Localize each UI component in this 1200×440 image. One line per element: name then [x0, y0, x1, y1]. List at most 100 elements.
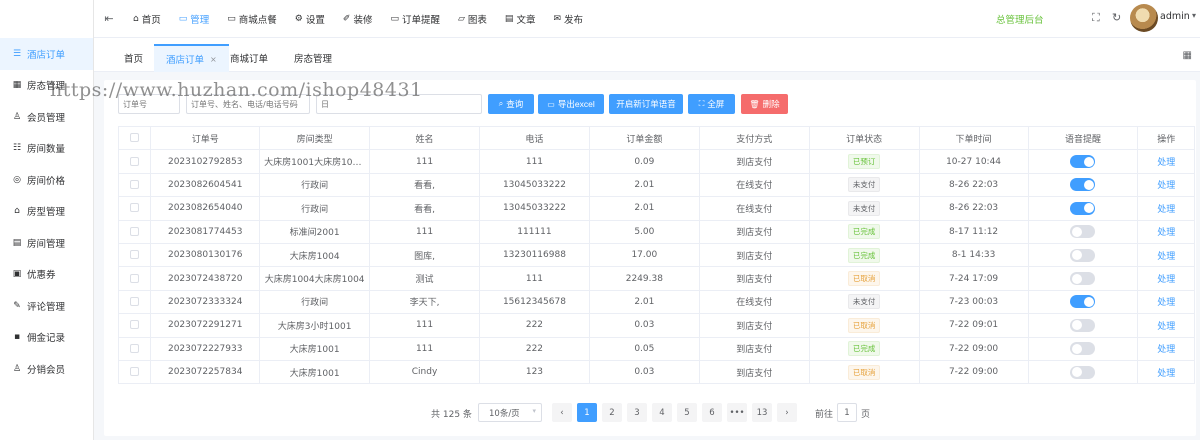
- avatar[interactable]: [1130, 4, 1158, 32]
- voice-button[interactable]: 开启新订单语音: [609, 94, 683, 114]
- select-all-checkbox[interactable]: [130, 133, 140, 143]
- nav-item[interactable]: ✐ 装修: [334, 0, 382, 38]
- process-link[interactable]: 处理: [1157, 275, 1175, 285]
- next-page-button[interactable]: ›: [777, 403, 797, 422]
- column-header: 姓名: [369, 126, 480, 151]
- date-range-input[interactable]: [316, 94, 482, 114]
- voice-toggle[interactable]: [1070, 318, 1096, 332]
- prev-page-button[interactable]: ‹: [552, 403, 572, 422]
- nav-item[interactable]: ▭ 订单提醒: [381, 0, 449, 38]
- page-number-button[interactable]: •••: [727, 403, 747, 422]
- close-icon[interactable]: ×: [210, 55, 217, 64]
- query-button[interactable]: ⌕ 查询: [488, 94, 534, 114]
- chevron-down-icon[interactable]: ▾: [1192, 11, 1196, 20]
- row-checkbox[interactable]: [130, 203, 140, 213]
- page-number-button[interactable]: 4: [652, 403, 672, 422]
- sidebar-item[interactable]: ▤ 房间管理: [0, 227, 93, 259]
- collapse-menu-icon[interactable]: ⇤: [94, 12, 124, 25]
- fullscreen-button[interactable]: ⛶ 全屏: [688, 94, 735, 114]
- page-number-button[interactable]: 5: [677, 403, 697, 422]
- row-checkbox[interactable]: [130, 156, 140, 166]
- page-number-button[interactable]: 3: [627, 403, 647, 422]
- process-link[interactable]: 处理: [1157, 322, 1175, 332]
- grid-icon[interactable]: ▦: [1183, 50, 1192, 61]
- page-number-button[interactable]: 13: [752, 403, 772, 422]
- row-checkbox[interactable]: [130, 273, 140, 283]
- sidebar-item[interactable]: ◎ 房间价格: [0, 164, 93, 196]
- cell-room: 大床房1001: [259, 337, 371, 361]
- process-link[interactable]: 处理: [1157, 369, 1175, 379]
- row-checkbox[interactable]: [130, 320, 140, 330]
- sidebar-item[interactable]: ▪ 佣金记录: [0, 322, 93, 354]
- row-checkbox[interactable]: [130, 250, 140, 260]
- voice-toggle[interactable]: [1070, 365, 1096, 379]
- tab-item[interactable]: 首页: [112, 44, 155, 72]
- row-checkbox[interactable]: [130, 226, 140, 236]
- voice-toggle[interactable]: [1070, 272, 1096, 286]
- nav-item[interactable]: ⚙ 设置: [286, 0, 334, 38]
- voice-toggle[interactable]: [1070, 342, 1096, 356]
- status-badge: 已完成: [847, 341, 881, 357]
- order-no-input[interactable]: [118, 94, 180, 114]
- cell-room: 标准间2001: [259, 220, 371, 244]
- delete-button[interactable]: 🗑 删除: [741, 94, 788, 114]
- cell-pay: 到店支付: [699, 243, 810, 268]
- process-link[interactable]: 处理: [1157, 345, 1175, 355]
- row-checkbox[interactable]: [130, 343, 140, 353]
- fullscreen-icon[interactable]: ⛶: [1092, 11, 1100, 25]
- page-number-button[interactable]: 2: [602, 403, 622, 422]
- user-name[interactable]: admin: [1160, 11, 1190, 22]
- process-link[interactable]: 处理: [1157, 298, 1175, 308]
- process-link[interactable]: 处理: [1157, 252, 1175, 262]
- nav-item[interactable]: ⌂ 首页: [124, 0, 170, 38]
- process-link[interactable]: 处理: [1157, 181, 1175, 191]
- voice-toggle[interactable]: [1070, 225, 1096, 239]
- sidebar-item[interactable]: ▣ 优惠券: [0, 259, 93, 291]
- refresh-icon[interactable]: ↻: [1112, 11, 1121, 24]
- nav-item-label: 管理: [190, 14, 210, 26]
- tab-item[interactable]: 商城订单: [218, 44, 280, 72]
- voice-toggle[interactable]: [1070, 178, 1096, 192]
- sidebar-item[interactable]: ☰ 酒店订单: [0, 38, 93, 70]
- page-size-select[interactable]: 10条/页 ▾: [478, 403, 542, 422]
- goto-page-input[interactable]: 1: [837, 403, 857, 422]
- row-checkbox[interactable]: [130, 296, 140, 306]
- process-link[interactable]: 处理: [1157, 205, 1175, 215]
- row-checkbox[interactable]: [130, 367, 140, 377]
- cell-amount: 5.00: [589, 220, 700, 244]
- sidebar-item[interactable]: ✎ 评论管理: [0, 290, 93, 322]
- page-number-button[interactable]: 1: [577, 403, 597, 422]
- tab-item[interactable]: 房态管理: [282, 44, 344, 72]
- page-number-button[interactable]: 6: [702, 403, 722, 422]
- cell-voice: [1028, 290, 1139, 315]
- cell-status: 未支付: [809, 290, 920, 315]
- nav-item[interactable]: ▭ 商城点餐: [218, 0, 286, 38]
- table-row: 2023102792853 大床房1001大床房1004... 111 111 0.09…: [118, 149, 1195, 174]
- cell-status: 未支付: [809, 173, 920, 198]
- keyword-input[interactable]: [186, 94, 310, 114]
- voice-toggle[interactable]: [1070, 248, 1096, 262]
- nav-item[interactable]: ▱ 图表: [449, 0, 496, 38]
- sidebar-item[interactable]: ♙ 分销会员: [0, 353, 93, 385]
- sidebar-item[interactable]: ⌂ 房型管理: [0, 196, 93, 228]
- top-nav: ⇤ ⌂ 首页 ▭ 管理 ▭ 商城点餐 ⚙ 设置 ✐ 装修 ▭ 订单提醒 ▱ 图表 ▤ 文章 ✉ 发布 总管理后台 …: [94, 0, 1200, 38]
- row-checkbox[interactable]: [130, 179, 140, 189]
- nav-item[interactable]: ▭ 管理: [170, 0, 219, 38]
- cell-phone: 111111: [479, 220, 590, 244]
- nav-item[interactable]: ▤ 文章: [496, 0, 545, 38]
- sidebar-item[interactable]: ♙ 会员管理: [0, 101, 93, 133]
- voice-toggle[interactable]: [1070, 155, 1096, 169]
- chart-icon: ▱: [457, 13, 465, 24]
- voice-toggle[interactable]: [1070, 201, 1096, 215]
- sidebar-item[interactable]: ▦ 房态管理: [0, 70, 93, 102]
- sidebar-item[interactable]: ☷ 房间数量: [0, 133, 93, 165]
- process-link[interactable]: 处理: [1157, 228, 1175, 238]
- nav-item[interactable]: ✉ 发布: [544, 0, 592, 38]
- process-link[interactable]: 处理: [1157, 158, 1175, 168]
- cell-pay: 到店支付: [699, 220, 810, 244]
- export-button[interactable]: ▭ 导出excel: [538, 94, 604, 114]
- sidebar-item-label: 酒店订单: [27, 49, 66, 61]
- cell-phone: 15612345678: [479, 290, 590, 315]
- voice-toggle[interactable]: [1070, 295, 1096, 309]
- cell-amount: 2249.38: [589, 266, 700, 291]
